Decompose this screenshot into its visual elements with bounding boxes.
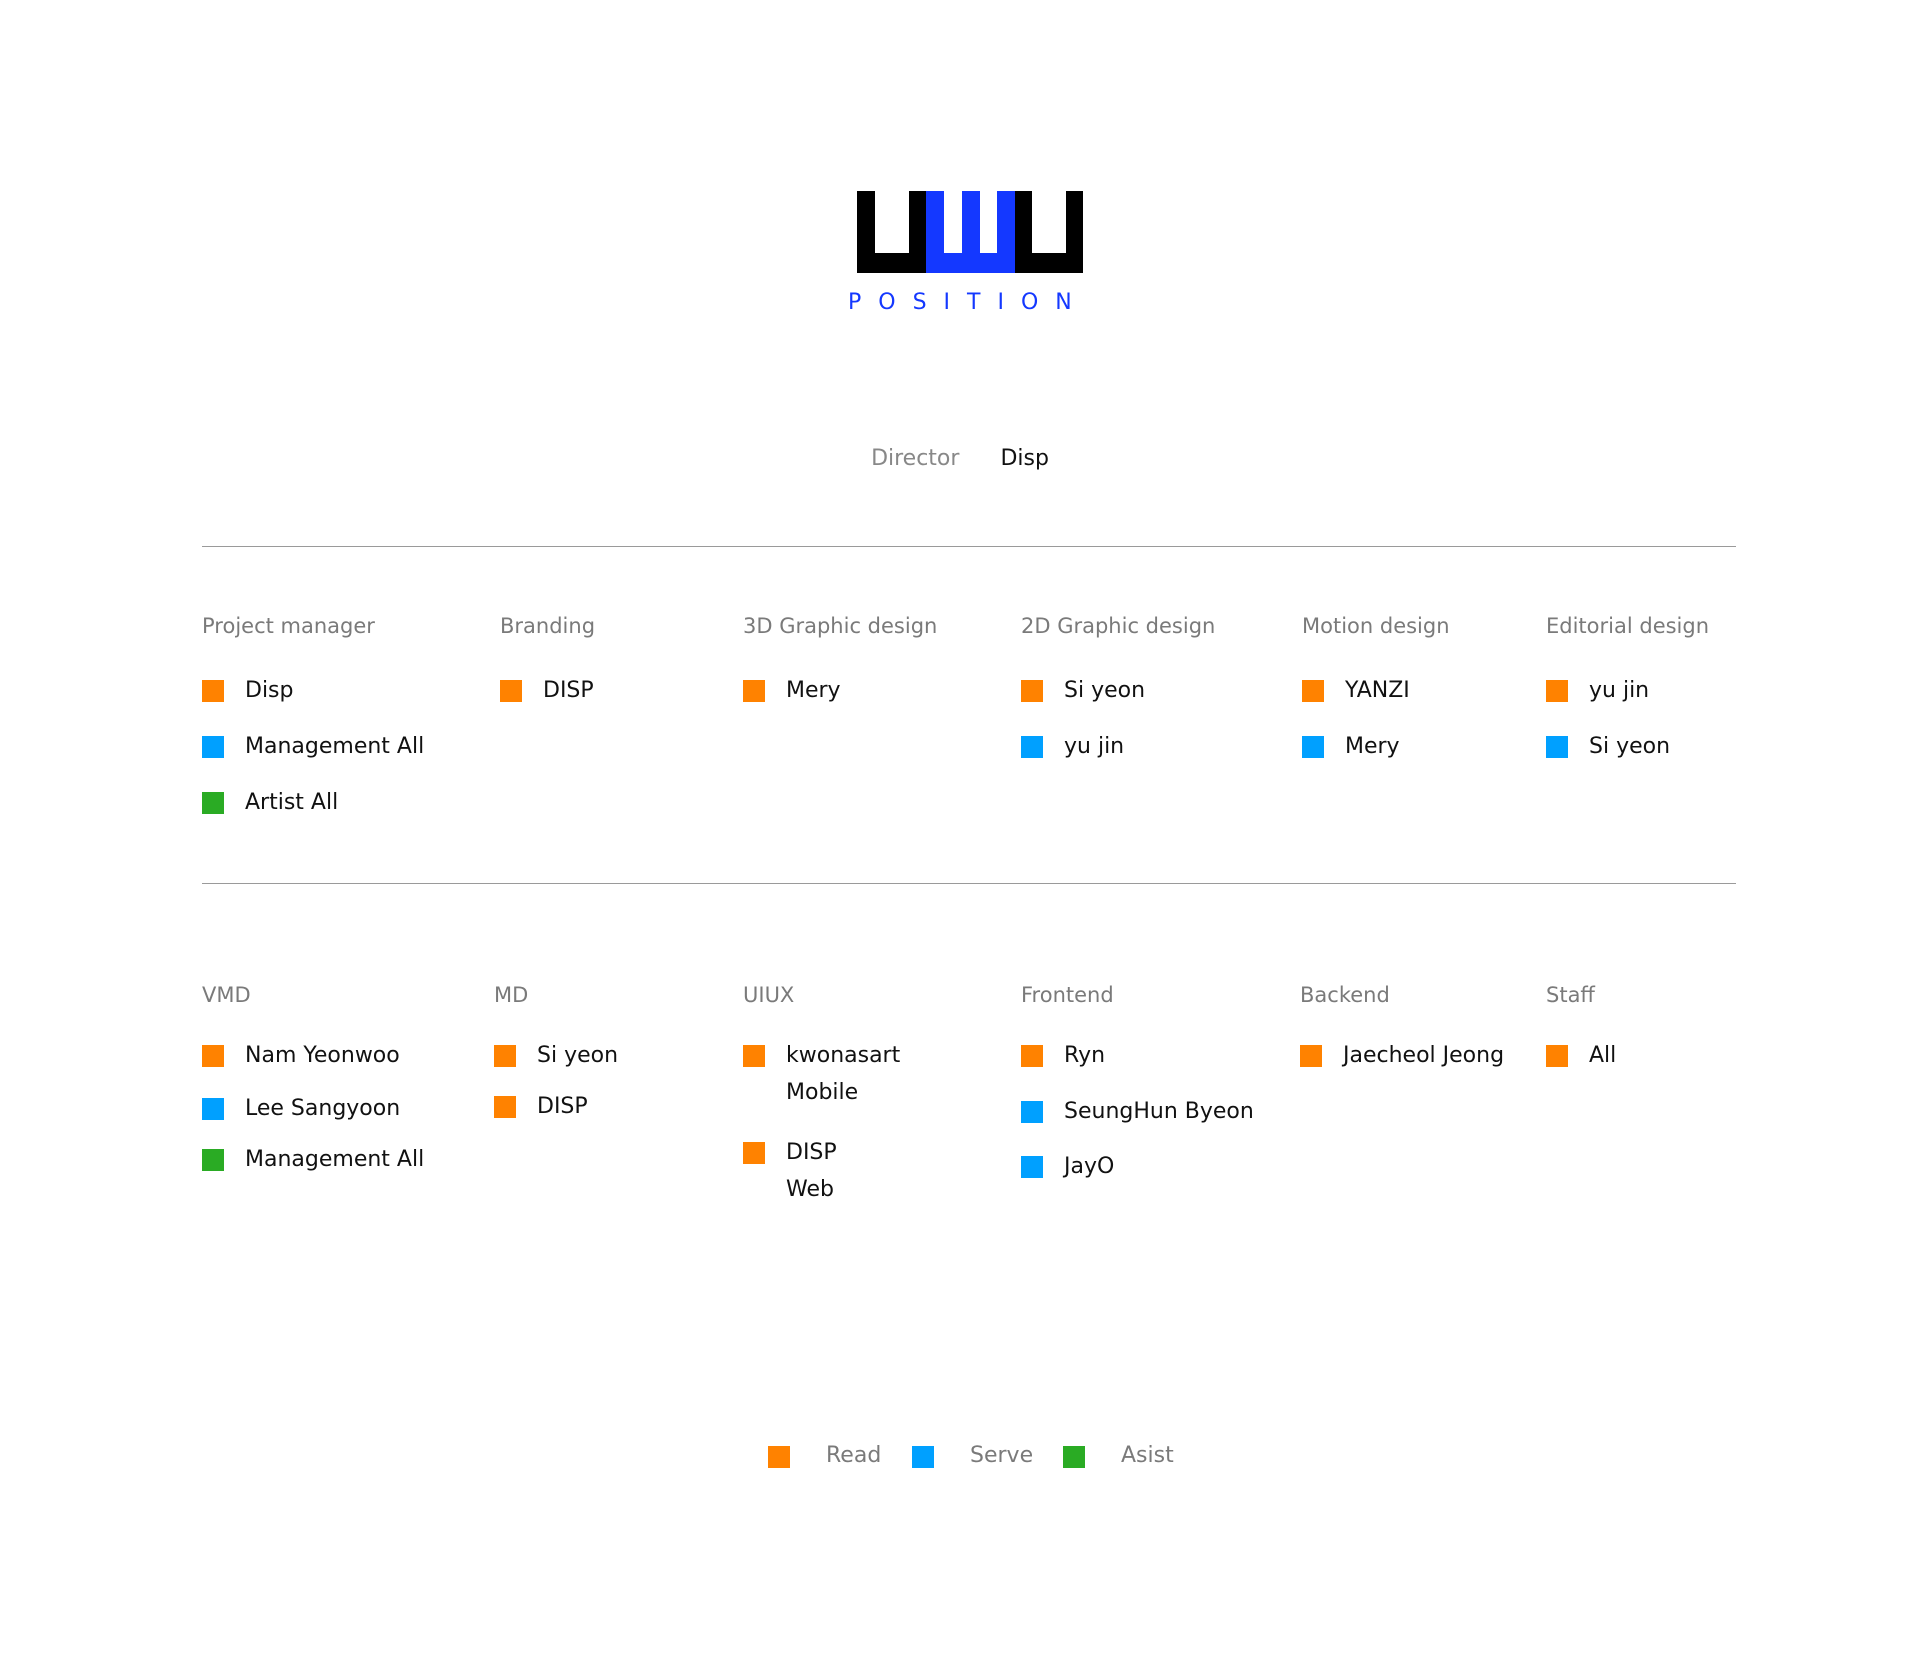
entry-name: Lee Sangyoon — [245, 1096, 401, 1121]
position-column-frontend: Frontend Ryn SeungHun Byeon JayO — [1021, 983, 1254, 1179]
position-column-staff: Staff All — [1546, 983, 1616, 1068]
read-square-icon — [1021, 1045, 1043, 1067]
read-square-icon — [202, 1045, 224, 1067]
read-square-icon — [743, 1045, 765, 1067]
position-column-md: MD Si yeon DISP — [494, 983, 618, 1119]
read-square-icon — [1300, 1045, 1322, 1067]
entry-name: yu jin — [1064, 734, 1125, 759]
entry-name: Si yeon — [1589, 734, 1671, 759]
entry-name: Mery — [786, 678, 841, 703]
serve-square-icon — [1021, 736, 1043, 758]
position-column-backend: Backend Jaecheol Jeong — [1300, 983, 1504, 1068]
read-square-icon — [1021, 680, 1043, 702]
read-square-icon — [1546, 680, 1568, 702]
entry-name: All — [1589, 1043, 1617, 1068]
entry-name: YANZI — [1345, 678, 1410, 703]
legend-serve-label: Serve — [970, 1443, 1034, 1468]
asist-square-icon — [202, 792, 224, 814]
entry-name: Disp — [245, 678, 294, 703]
read-square-icon — [1302, 680, 1324, 702]
legend-asist-label: Asist — [1121, 1443, 1174, 1468]
serve-square-icon — [1021, 1101, 1043, 1123]
read-square-icon — [494, 1096, 516, 1118]
position-column-editorial-design: Editorial design yu jin Si yeon — [1546, 614, 1710, 759]
read-square-icon — [494, 1045, 516, 1067]
position-column-3d-graphic-design: 3D Graphic design Mery — [743, 614, 938, 703]
position-title: Staff — [1546, 983, 1595, 1007]
legend-read-square-icon — [768, 1446, 790, 1468]
entry-name: yu jin — [1589, 678, 1650, 703]
position-title: Branding — [500, 614, 596, 638]
legend-asist-square-icon — [1063, 1446, 1085, 1468]
entry-name: Nam Yeonwoo — [245, 1043, 400, 1068]
entry-platform: Mobile — [786, 1080, 859, 1105]
serve-square-icon — [202, 1098, 224, 1120]
position-title: VMD — [202, 983, 251, 1007]
serve-square-icon — [1302, 736, 1324, 758]
serve-square-icon — [1021, 1156, 1043, 1178]
entry-name: Si yeon — [1064, 678, 1146, 703]
position-title: Motion design — [1302, 614, 1450, 638]
legend-read-label: Read — [826, 1443, 882, 1468]
position-title: Frontend — [1021, 983, 1114, 1007]
position-title: 3D Graphic design — [743, 614, 938, 638]
entry-platform: Web — [786, 1177, 834, 1202]
entry-name: Management All — [245, 734, 425, 759]
entry-name: Si yeon — [537, 1043, 619, 1068]
read-square-icon — [743, 680, 765, 702]
read-square-icon — [500, 680, 522, 702]
position-column-branding: Branding DISP — [500, 614, 596, 703]
entry-name: kwonasart — [786, 1043, 901, 1068]
director-label: Director — [871, 446, 960, 471]
position-column-uiux: UIUX kwonasart Mobile DISP Web — [743, 983, 900, 1202]
divider-top — [202, 546, 1736, 547]
legend: Read Serve Asist — [0, 1438, 1920, 1478]
entry-name: SeungHun Byeon — [1064, 1099, 1254, 1124]
entry-name: JayO — [1064, 1154, 1115, 1179]
entry-name: DISP — [537, 1094, 588, 1119]
divider-middle — [202, 883, 1736, 884]
read-square-icon — [202, 680, 224, 702]
entry-name: DISP — [543, 678, 594, 703]
position-column-vmd: VMD Nam Yeonwoo Lee Sangyoon Management All — [202, 983, 424, 1172]
www-bars-logo-icon — [857, 191, 1083, 273]
entry-name: DISP — [786, 1140, 837, 1165]
read-square-icon — [743, 1142, 765, 1164]
position-title: UIUX — [743, 983, 795, 1007]
position-title: Project manager — [202, 614, 375, 638]
position-title: 2D Graphic design — [1021, 614, 1216, 638]
director-name: Disp — [1000, 446, 1049, 471]
read-square-icon — [1546, 1045, 1568, 1067]
position-title: MD — [494, 983, 529, 1007]
position-title: Backend — [1300, 983, 1390, 1007]
position-column-2d-graphic-design: 2D Graphic design Si yeon yu jin — [1021, 614, 1216, 759]
director-line: Director Disp — [0, 446, 1920, 471]
legend-serve-square-icon — [912, 1446, 934, 1468]
position-column-motion-design: Motion design YANZI Mery — [1302, 614, 1450, 759]
entry-name: Ryn — [1064, 1043, 1106, 1068]
position-column-project-manager: Project manager Disp Management All Artist … — [202, 614, 424, 815]
entry-name: Mery — [1345, 734, 1400, 759]
brand-position-label: POSITION — [848, 290, 1089, 315]
asist-square-icon — [202, 1149, 224, 1171]
serve-square-icon — [1546, 736, 1568, 758]
entry-name: Management All — [245, 1147, 425, 1172]
position-title: Editorial design — [1546, 614, 1710, 638]
entry-name: Artist All — [245, 790, 339, 815]
entry-name: Jaecheol Jeong — [1343, 1043, 1505, 1068]
serve-square-icon — [202, 736, 224, 758]
